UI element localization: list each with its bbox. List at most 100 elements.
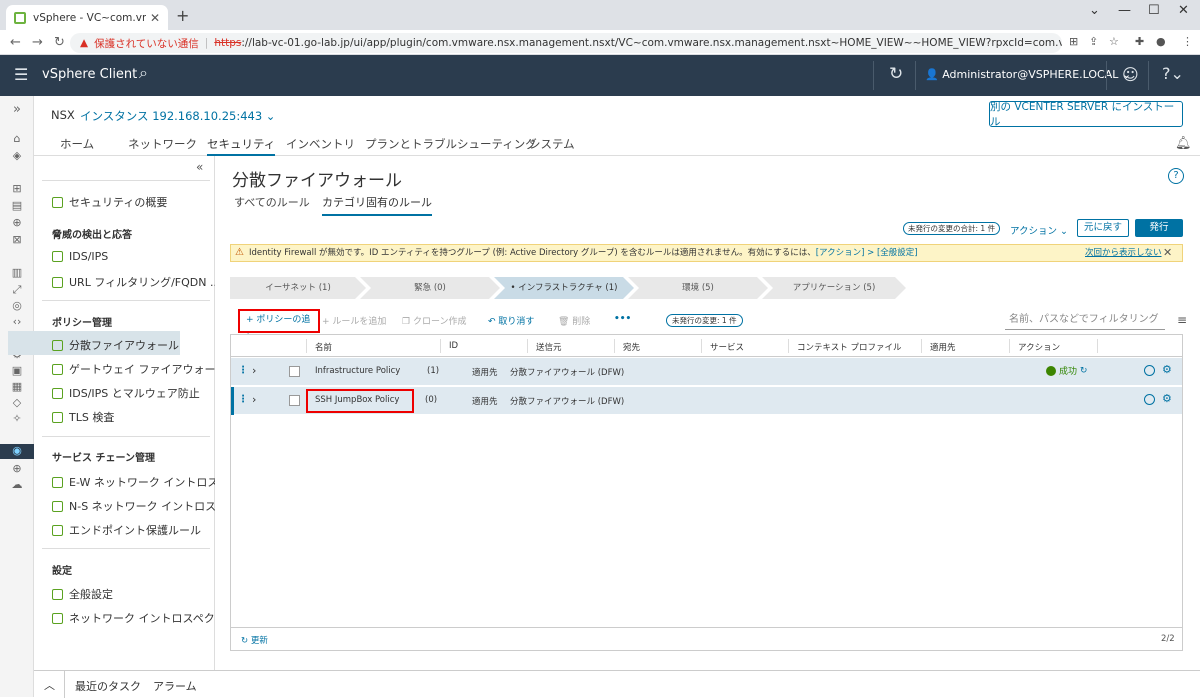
expand-row-icon[interactable]: › (252, 393, 256, 406)
share-icon[interactable]: ⇪ (1089, 35, 1098, 48)
tab-all-rules[interactable]: すべてのルール (234, 194, 310, 210)
col-applied-to[interactable]: 適用先 (930, 341, 956, 353)
collapse-sidebar-icon[interactable]: « (196, 160, 203, 174)
col-action[interactable]: アクション (1018, 341, 1060, 353)
sidebar-item-endpoint-protection[interactable]: エンドポイント保護ルール (52, 522, 201, 538)
admin-icon[interactable]: ▣ (0, 364, 34, 377)
networking-icon[interactable]: ⊠ (0, 233, 34, 246)
category-environment[interactable]: 環境 (5) (628, 277, 768, 299)
plugin-icon[interactable]: ⊕ (0, 462, 34, 475)
bell-icon[interactable]: 🔔︎ (1175, 136, 1192, 151)
page-help-icon[interactable]: ? (1168, 168, 1184, 184)
cloud-provider-icon[interactable]: ☁ (0, 478, 34, 491)
feedback-smiley-icon[interactable]: ☺ (1122, 65, 1139, 84)
storage-icon[interactable]: ⊕ (0, 216, 34, 229)
close-tab-icon[interactable]: ✕ (150, 11, 160, 25)
category-emergency[interactable]: 緊急 (0) (360, 277, 500, 299)
tab-search-icon[interactable]: ⌄ (1089, 3, 1100, 18)
vms-templates-icon[interactable]: ▤ (0, 199, 34, 212)
tab-plan-troubleshoot[interactable]: プランとトラブルシューティング (365, 136, 537, 152)
tab-network[interactable]: ネットワーク (128, 136, 197, 152)
expand-row-icon[interactable]: › (252, 364, 256, 377)
nsx-icon[interactable]: ◉ (0, 444, 34, 459)
col-context-profile[interactable]: コンテキスト プロファイル (797, 341, 901, 353)
gear-icon[interactable]: ⚙ (1162, 363, 1172, 376)
tab-system[interactable]: システム (529, 136, 575, 152)
add-rule-button[interactable]: + ルールを追加 (322, 314, 386, 327)
tab-inventory[interactable]: インベントリ (286, 136, 355, 152)
clone-button[interactable]: ❐ クローン作成 (402, 314, 467, 327)
refresh-icon[interactable]: ↻ (889, 64, 903, 84)
address-bar[interactable]: ▲ 保護されていない通信 | https ://lab-vc-01.go-lab… (70, 33, 1062, 53)
add-policy-button[interactable]: + ポリシーの追加 (238, 309, 320, 344)
tab-security[interactable]: セキュリティ (207, 136, 276, 157)
workload-icon[interactable]: ⤢ (0, 283, 34, 297)
publish-button[interactable]: 発行 (1135, 219, 1183, 237)
close-alert-icon[interactable]: ✕ (1163, 245, 1172, 261)
close-window-icon[interactable]: ✕ (1178, 3, 1189, 18)
install-vcenter-button[interactable]: 別の VCENTER SERVER にインストール (989, 101, 1183, 128)
translate-icon[interactable]: ⊞ (1069, 35, 1078, 48)
bookmark-star-icon[interactable]: ☆ (1109, 35, 1119, 48)
row-checkbox[interactable] (289, 366, 300, 377)
minimize-icon[interactable]: — (1118, 3, 1131, 18)
sidebar-item-ns-introspection[interactable]: N-S ネットワーク イントロス... (52, 498, 227, 514)
content-libraries-icon[interactable]: ▥ (0, 266, 34, 279)
cloud-icon[interactable]: ◎ (0, 299, 34, 312)
recent-tasks-tab[interactable]: 最近のタスク (75, 678, 141, 694)
chevron-up-icon[interactable]: ︿ (44, 677, 55, 693)
category-application[interactable]: アプリケーション (5) (762, 277, 906, 299)
hamburger-menu-icon[interactable]: ☰ (14, 65, 28, 84)
revert-button[interactable]: 元に戻す (1077, 219, 1129, 237)
browser-tab[interactable]: vSphere - VC~com.vmware.nsx.m ✕ (6, 5, 168, 30)
history-icon[interactable] (1144, 394, 1155, 405)
col-name[interactable]: 名前 (315, 341, 332, 353)
delete-button[interactable]: 🗑︎ 削除 (558, 314, 590, 327)
category-ethernet[interactable]: イーサネット (1) (230, 277, 366, 299)
category-infrastructure[interactable]: • インフラストラクチャ (1) (494, 277, 634, 299)
col-destination[interactable]: 宛先 (623, 341, 640, 353)
developer-icon[interactable]: ‹› (0, 315, 34, 328)
tab-home[interactable]: ホーム (60, 136, 94, 152)
col-services[interactable]: サービス (710, 341, 744, 353)
policy-row[interactable]: ⋮ › Infrastructure Policy (1) 適用先 分散ファイア… (231, 358, 1182, 386)
back-icon[interactable]: ← (10, 35, 21, 50)
lifecycle-icon[interactable]: ✧ (0, 412, 34, 425)
filter-options-icon[interactable]: ≡ (1177, 313, 1187, 327)
col-source[interactable]: 送信元 (536, 341, 562, 353)
col-id[interactable]: ID (449, 341, 458, 351)
tab-category-rules[interactable]: カテゴリ固有のルール (322, 194, 432, 216)
policy-name[interactable]: SSH JumpBox Policy (315, 395, 399, 405)
sidebar-item-ids-malware[interactable]: IDS/IPS とマルウェア防止 (52, 385, 200, 401)
extensions-icon[interactable]: ✚ (1135, 35, 1144, 48)
drag-handle-icon[interactable]: ⋮ (238, 394, 248, 405)
forward-icon[interactable]: → (32, 35, 43, 50)
shortcuts-icon[interactable]: ◈ (0, 149, 34, 162)
reload-icon[interactable]: ↻ (54, 35, 65, 50)
row-checkbox[interactable] (289, 395, 300, 406)
gear-icon[interactable]: ⚙ (1162, 392, 1172, 405)
expand-rail-icon[interactable]: » (0, 102, 34, 117)
undo-button[interactable]: ↶ 取り消す (488, 314, 534, 327)
user-menu[interactable]: 👤 Administrator@VSPHERE.LOCAL ⌄ (925, 68, 1131, 81)
alarms-tab[interactable]: アラーム (153, 678, 197, 694)
browser-menu-icon[interactable]: ⋮ (1182, 35, 1193, 48)
policy-row[interactable]: ⋮ › SSH JumpBox Policy (0) 適用先 分散ファイアウォー… (231, 387, 1182, 415)
do-not-show-again-link[interactable]: 次回から表示しない (1085, 245, 1162, 261)
new-tab-button[interactable]: + (176, 6, 189, 25)
filter-input[interactable]: 名前、パスなどでフィルタリング (1005, 310, 1165, 330)
sidebar-item-network-introspection[interactable]: ネットワーク イントロスペク... (52, 610, 225, 626)
sidebar-item-tls[interactable]: TLS 検査 (52, 409, 114, 425)
tasks-icon[interactable]: ▦ (0, 380, 34, 393)
more-actions-icon[interactable]: ••• (614, 314, 631, 324)
history-icon[interactable] (1144, 365, 1155, 376)
profile-avatar[interactable]: ● (1156, 35, 1166, 48)
maximize-icon[interactable]: ☐ (1148, 3, 1160, 18)
sidebar-item-url-filtering[interactable]: URL フィルタリング/FQDN ... (52, 274, 220, 290)
alert-settings-link[interactable]: [アクション] > [全般設定] (816, 248, 918, 258)
tags-icon[interactable]: ◇ (0, 396, 34, 409)
sidebar-item-ids-ips[interactable]: IDS/IPS (52, 250, 108, 263)
sidebar-item-ew-introspection[interactable]: E-W ネットワーク イントロス... (52, 474, 229, 490)
sidebar-item-general-settings[interactable]: 全般設定 (52, 586, 113, 602)
instance-selector[interactable]: インスタンス 192.168.10.25:443 ⌄ (80, 108, 275, 124)
